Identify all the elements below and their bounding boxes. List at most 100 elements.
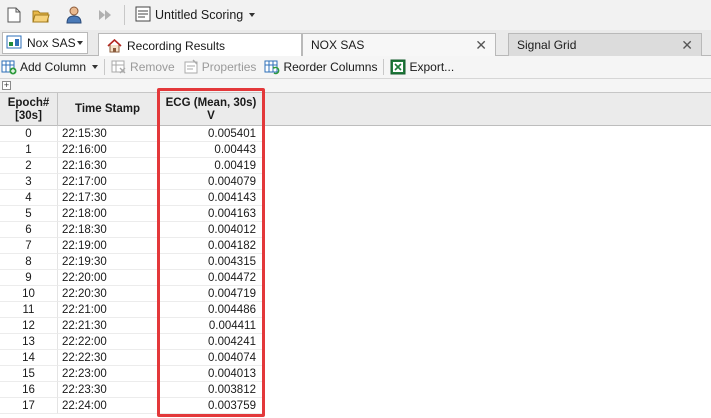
close-icon[interactable]: ✕ xyxy=(475,37,487,54)
column-header-ecg[interactable]: ECG (Mean, 30s) V xyxy=(158,93,265,126)
table-row[interactable]: 11 22:21:00 0.004486 xyxy=(0,302,711,318)
table-row[interactable]: 4 22:17:30 0.004143 xyxy=(0,190,711,206)
remove-column-icon xyxy=(111,59,127,75)
ecg-cell[interactable]: 0.005401 xyxy=(158,126,265,142)
excel-icon xyxy=(390,59,406,75)
timestamp-cell[interactable]: 22:18:00 xyxy=(58,206,158,222)
epoch-cell[interactable]: 15 xyxy=(0,366,58,382)
close-icon[interactable]: ✕ xyxy=(681,37,693,54)
epoch-cell[interactable]: 16 xyxy=(0,382,58,398)
epoch-cell[interactable]: 1 xyxy=(0,142,58,158)
epoch-cell[interactable]: 6 xyxy=(0,222,58,238)
ecg-cell[interactable]: 0.004315 xyxy=(158,254,265,270)
timestamp-cell[interactable]: 22:19:00 xyxy=(58,238,158,254)
timestamp-cell[interactable]: 22:21:30 xyxy=(58,318,158,334)
timestamp-cell[interactable]: 22:17:00 xyxy=(58,174,158,190)
ecg-cell[interactable]: 0.003759 xyxy=(158,398,265,414)
table-row[interactable]: 3 22:17:00 0.004079 xyxy=(0,174,711,190)
table-row[interactable]: 16 22:23:30 0.003812 xyxy=(0,382,711,398)
epoch-cell[interactable]: 4 xyxy=(0,190,58,206)
epoch-cell[interactable]: 2 xyxy=(0,158,58,174)
timestamp-cell[interactable]: 22:20:00 xyxy=(58,270,158,286)
table-row[interactable]: 5 22:18:00 0.004163 xyxy=(0,206,711,222)
timestamp-cell[interactable]: 22:21:00 xyxy=(58,302,158,318)
expand-icon[interactable]: + xyxy=(2,81,11,90)
ecg-cell[interactable]: 0.003812 xyxy=(158,382,265,398)
epoch-cell[interactable]: 13 xyxy=(0,334,58,350)
export-button[interactable]: Export... xyxy=(390,57,454,77)
tab-recording-results[interactable]: Recording Results xyxy=(98,33,302,57)
ecg-cell[interactable]: 0.004013 xyxy=(158,366,265,382)
ecg-cell[interactable]: 0.00443 xyxy=(158,142,265,158)
play-forward-icon[interactable] xyxy=(95,5,115,25)
epoch-cell[interactable]: 5 xyxy=(0,206,58,222)
ecg-cell[interactable]: 0.004472 xyxy=(158,270,265,286)
table-row[interactable]: 6 22:18:30 0.004012 xyxy=(0,222,711,238)
table-row[interactable]: 12 22:21:30 0.004411 xyxy=(0,318,711,334)
signal-grid: Epoch# [30s] Time Stamp ECG (Mean, 30s) … xyxy=(0,92,711,418)
column-header-timestamp[interactable]: Time Stamp xyxy=(58,93,158,126)
tab-label: Signal Grid xyxy=(517,38,577,52)
epoch-cell[interactable]: 0 xyxy=(0,126,58,142)
timestamp-cell[interactable]: 22:19:30 xyxy=(58,254,158,270)
timestamp-cell[interactable]: 22:22:30 xyxy=(58,350,158,366)
timestamp-cell[interactable]: 22:24:00 xyxy=(58,398,158,414)
scoring-dropdown[interactable]: Untitled Scoring xyxy=(131,4,259,26)
chevron-down-icon xyxy=(249,13,256,17)
epoch-cell[interactable]: 10 xyxy=(0,286,58,302)
table-row[interactable]: 2 22:16:30 0.00419 xyxy=(0,158,711,174)
open-folder-icon[interactable] xyxy=(31,5,51,25)
epoch-cell[interactable]: 9 xyxy=(0,270,58,286)
timestamp-cell[interactable]: 22:18:30 xyxy=(58,222,158,238)
epoch-cell[interactable]: 17 xyxy=(0,398,58,414)
ecg-cell[interactable]: 0.004012 xyxy=(158,222,265,238)
ecg-cell[interactable]: 0.004079 xyxy=(158,174,265,190)
header-text: Epoch# xyxy=(7,96,50,109)
table-row[interactable]: 17 22:24:00 0.003759 xyxy=(0,398,711,414)
timestamp-cell[interactable]: 22:23:30 xyxy=(58,382,158,398)
add-column-icon xyxy=(1,59,17,75)
table-row[interactable]: 14 22:22:30 0.004074 xyxy=(0,350,711,366)
epoch-cell[interactable]: 7 xyxy=(0,238,58,254)
empty-cell xyxy=(265,174,711,190)
table-row[interactable]: 0 22:15:30 0.005401 xyxy=(0,126,711,142)
reorder-columns-button[interactable]: Reorder Columns xyxy=(264,57,377,77)
timestamp-cell[interactable]: 22:16:00 xyxy=(58,142,158,158)
table-row[interactable]: 1 22:16:00 0.00443 xyxy=(0,142,711,158)
properties-button[interactable]: Properties xyxy=(183,57,256,77)
column-header-epoch[interactable]: Epoch# [30s] xyxy=(0,93,58,126)
ecg-cell[interactable]: 0.00419 xyxy=(158,158,265,174)
ecg-cell[interactable]: 0.004163 xyxy=(158,206,265,222)
ecg-cell[interactable]: 0.004143 xyxy=(158,190,265,206)
ecg-cell[interactable]: 0.004182 xyxy=(158,238,265,254)
table-row[interactable]: 8 22:19:30 0.004315 xyxy=(0,254,711,270)
tab-signal-grid[interactable]: Signal Grid ✕ xyxy=(508,33,702,56)
remove-button[interactable]: Remove xyxy=(111,57,175,77)
table-row[interactable]: 7 22:19:00 0.004182 xyxy=(0,238,711,254)
timestamp-cell[interactable]: 22:22:00 xyxy=(58,334,158,350)
table-row[interactable]: 10 22:20:30 0.004719 xyxy=(0,286,711,302)
timestamp-cell[interactable]: 22:17:30 xyxy=(58,190,158,206)
table-row[interactable]: 15 22:23:00 0.004013 xyxy=(0,366,711,382)
timestamp-cell[interactable]: 22:15:30 xyxy=(58,126,158,142)
ecg-cell[interactable]: 0.004486 xyxy=(158,302,265,318)
new-file-icon[interactable] xyxy=(4,5,24,25)
timestamp-cell[interactable]: 22:16:30 xyxy=(58,158,158,174)
table-row[interactable]: 13 22:22:00 0.004241 xyxy=(0,334,711,350)
ecg-cell[interactable]: 0.004411 xyxy=(158,318,265,334)
epoch-cell[interactable]: 11 xyxy=(0,302,58,318)
add-column-button[interactable]: Add Column xyxy=(1,57,99,77)
tab-nox-sas[interactable]: NOX SAS ✕ xyxy=(302,33,496,56)
patient-icon[interactable] xyxy=(64,5,84,25)
timestamp-cell[interactable]: 22:20:30 xyxy=(58,286,158,302)
table-row[interactable]: 9 22:20:00 0.004472 xyxy=(0,270,711,286)
ecg-cell[interactable]: 0.004074 xyxy=(158,350,265,366)
epoch-cell[interactable]: 8 xyxy=(0,254,58,270)
ecg-cell[interactable]: 0.004719 xyxy=(158,286,265,302)
profile-dropdown[interactable]: Nox SAS xyxy=(2,32,88,54)
ecg-cell[interactable]: 0.004241 xyxy=(158,334,265,350)
epoch-cell[interactable]: 12 xyxy=(0,318,58,334)
epoch-cell[interactable]: 3 xyxy=(0,174,58,190)
epoch-cell[interactable]: 14 xyxy=(0,350,58,366)
timestamp-cell[interactable]: 22:23:00 xyxy=(58,366,158,382)
